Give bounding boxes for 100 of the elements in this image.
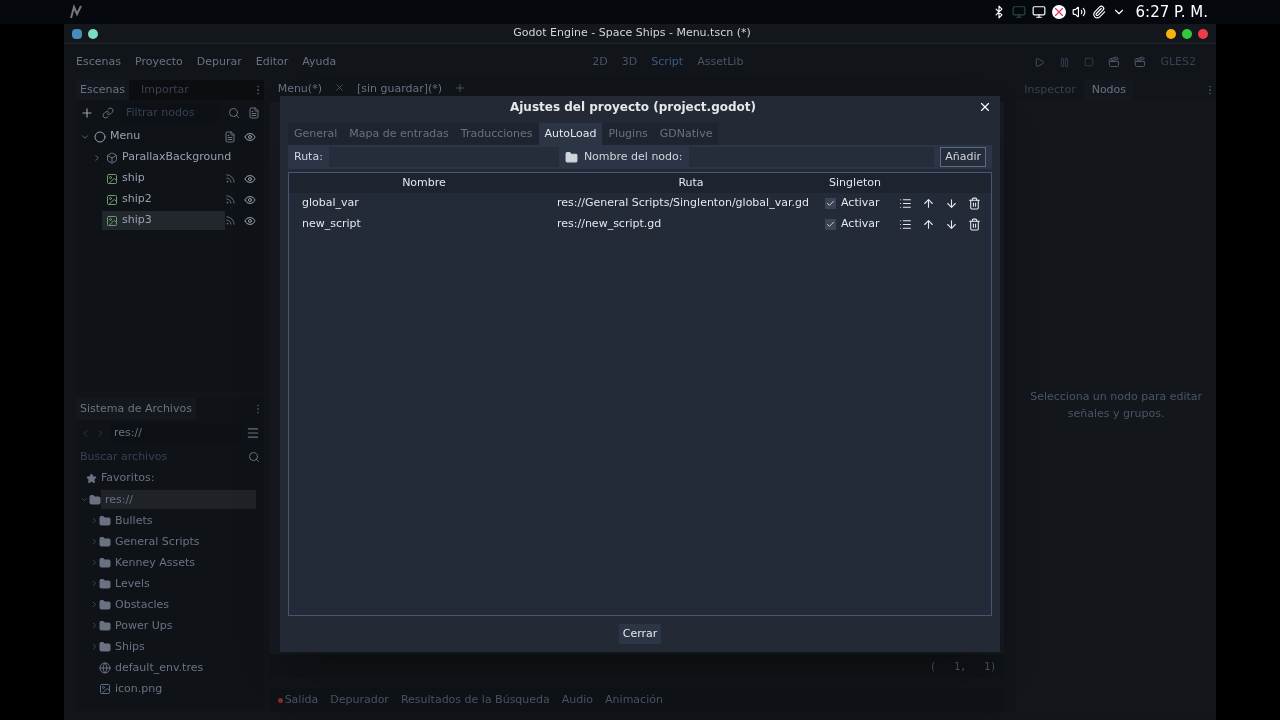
folder-icon (99, 535, 111, 548)
folder-icon (99, 514, 111, 527)
tree-item[interactable]: ship (102, 169, 225, 188)
singleton-checkbox[interactable] (825, 219, 836, 230)
singleton-checkbox[interactable] (825, 198, 836, 209)
close-tab-icon[interactable] (333, 82, 345, 93)
settings-tab[interactable]: GDNative (653, 123, 719, 145)
signal-icon[interactable] (224, 215, 236, 226)
file-item[interactable]: Bullets (111, 511, 256, 530)
tree-item[interactable]: Menu (90, 127, 224, 146)
settings-tab[interactable]: Traducciones (454, 123, 539, 145)
file-item[interactable]: Obstacles (111, 595, 256, 614)
autoload-path: res://new_script.gd (557, 216, 663, 233)
delete-icon[interactable] (968, 197, 981, 210)
add-node-icon[interactable] (80, 106, 94, 120)
file-item[interactable]: Levels (111, 574, 256, 593)
delete-icon[interactable] (968, 218, 981, 231)
paperclip-icon[interactable] (1091, 5, 1106, 19)
settings-tab[interactable]: General (288, 123, 344, 145)
view-mode-icon[interactable] (245, 426, 260, 440)
move-up-icon[interactable] (922, 218, 935, 231)
bottom-tab[interactable]: Animación (605, 691, 663, 709)
folder-icon[interactable] (564, 150, 578, 164)
maximize-button[interactable] (1182, 28, 1192, 39)
play-custom-scene-icon[interactable] (1134, 56, 1147, 68)
file-item[interactable]: res:// (101, 490, 256, 509)
dock-title: Sistema de Archivos (76, 398, 196, 420)
pause-icon[interactable] (1059, 56, 1071, 68)
clock: 6:27 P. M. (1135, 1, 1208, 23)
main-menu-entry[interactable]: Proyecto (134, 53, 183, 71)
move-up-icon[interactable] (922, 197, 935, 210)
bottom-tab[interactable]: Resultados de la Búsqueda (400, 691, 550, 709)
bottom-tab[interactable]: Audio (561, 691, 594, 709)
settings-tab[interactable]: AutoLoad (538, 123, 603, 145)
main-menu-entry[interactable]: Escenas (76, 53, 121, 71)
scene-file-tab[interactable]: Menu(*) (277, 82, 322, 95)
move-down-icon[interactable] (945, 197, 958, 210)
play-scene-icon[interactable] (1108, 56, 1121, 68)
monitor-icon[interactable] (1011, 5, 1026, 19)
search-icon[interactable] (227, 107, 240, 119)
tree-item[interactable]: ship2 (102, 190, 225, 209)
path-label: Ruta: (294, 148, 323, 165)
workspace-tab[interactable]: 3D (621, 53, 638, 71)
volume-icon[interactable] (1071, 5, 1086, 19)
list-icon[interactable] (899, 197, 912, 210)
file-item[interactable]: Kenney Assets (111, 553, 256, 572)
list-icon[interactable] (899, 218, 912, 231)
app-icon (88, 28, 98, 39)
attach-script-icon[interactable] (247, 107, 260, 119)
dock-tab[interactable]: Nodos (1083, 80, 1135, 100)
move-down-icon[interactable] (945, 218, 958, 231)
error-icon[interactable] (1051, 5, 1066, 19)
scene-file-tab[interactable]: [sin guardar](*) (356, 82, 443, 95)
main-menu-entry[interactable]: Depurar (196, 53, 242, 71)
bottom-tab[interactable]: Depurador (330, 691, 389, 709)
close-icon[interactable] (978, 100, 992, 114)
main-menu-entry[interactable]: Ayuda (302, 53, 337, 71)
visibility-icon[interactable] (243, 172, 256, 185)
visibility-icon[interactable] (243, 130, 256, 143)
tree-item[interactable]: ParallaxBackground (102, 148, 256, 167)
bottom-tab[interactable]: Salida (277, 691, 319, 709)
workspace-tab[interactable]: AssetLib (697, 53, 744, 71)
folder-icon (99, 598, 111, 611)
checkbox-label: Activar (841, 216, 881, 233)
dock-tab[interactable]: Escenas (76, 80, 129, 100)
main-menu-entry[interactable]: Editor (255, 53, 289, 71)
column-header: Singleton (828, 174, 882, 191)
play-icon[interactable] (1034, 56, 1046, 68)
minimize-button[interactable] (1166, 28, 1176, 39)
network-icon[interactable] (1031, 5, 1046, 19)
dialog-title: Ajustes del proyecto (project.godot) (508, 99, 758, 116)
parallax-icon (106, 151, 118, 164)
file-item[interactable]: default_env.tres (111, 658, 256, 677)
close-button[interactable] (1198, 28, 1208, 39)
favorites-label: Favoritos: (101, 470, 155, 487)
search-icon[interactable] (247, 451, 260, 463)
file-item[interactable]: Ships (111, 637, 256, 656)
tree-item[interactable]: ship3 (102, 211, 225, 230)
file-item[interactable]: General Scripts (111, 532, 256, 551)
file-item[interactable]: icon.png (111, 679, 256, 698)
settings-tab[interactable]: Plugins (602, 123, 654, 145)
visibility-icon[interactable] (243, 193, 256, 206)
close-dialog-button[interactable]: Cerrar (618, 624, 662, 644)
new-tab-icon[interactable] (454, 82, 467, 94)
add-button[interactable]: Añadir (940, 147, 986, 167)
autoload-name: new_script (301, 216, 362, 233)
link-icon[interactable] (102, 107, 114, 119)
folder-icon (99, 640, 111, 653)
settings-tab[interactable]: Mapa de entradas (343, 123, 455, 145)
file-item[interactable]: Power Ups (111, 616, 256, 635)
app-logo-icon[interactable] (68, 4, 84, 20)
image-icon (99, 682, 111, 695)
folder-icon (99, 556, 111, 569)
visibility-icon[interactable] (243, 214, 256, 227)
script-icon[interactable] (223, 130, 236, 143)
workspace-tab[interactable]: Script (651, 53, 684, 71)
signal-icon[interactable] (224, 173, 236, 184)
window-title: Godot Engine - Space Ships - Menu.tscn (*) (512, 25, 752, 42)
workspace-tab[interactable]: 2D (592, 53, 608, 71)
signal-icon[interactable] (224, 194, 236, 205)
